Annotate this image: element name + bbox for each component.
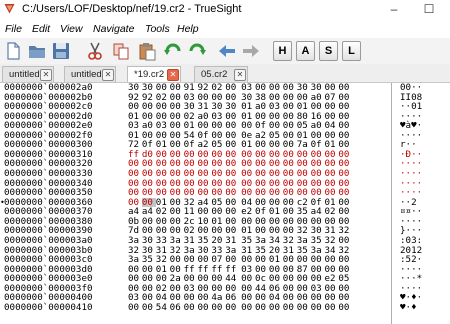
tab-label: untitled [71, 69, 102, 80]
toolbar: H A S L [0, 38, 450, 65]
tab-bar: untitled ✕ untitled ✕ *19.cr2 ✕ 05.cr2 ✕ [0, 64, 450, 83]
menu-bar: File Edit View Navigate Tools Help [0, 20, 450, 38]
ascii-view-button[interactable]: A [296, 41, 315, 61]
open-folder-icon[interactable] [27, 41, 47, 61]
hex-byte[interactable]: 00 [283, 303, 297, 313]
save-icon[interactable] [51, 41, 71, 61]
menu-tools[interactable]: Tools [145, 23, 170, 35]
tab-close-icon[interactable]: ✕ [40, 69, 52, 81]
menu-navigate[interactable]: Navigate [93, 23, 134, 35]
hex-byte[interactable]: 00 [324, 303, 338, 313]
tab-close-icon[interactable]: ✕ [167, 69, 179, 81]
tab-05-cr2[interactable]: 05.cr2 ✕ [194, 66, 248, 82]
tab-19-cr2[interactable]: *19.cr2 ✕ [127, 66, 181, 82]
tab-close-icon[interactable]: ✕ [234, 69, 246, 81]
hex-byte[interactable]: 00 [255, 303, 269, 313]
structure-view-button[interactable]: S [319, 41, 338, 61]
hex-byte[interactable]: 00 [241, 303, 255, 313]
cut-icon[interactable] [85, 41, 105, 61]
forward-arrow-icon[interactable] [241, 41, 261, 61]
hex-byte[interactable]: 00 [297, 303, 311, 313]
new-file-icon[interactable] [3, 41, 23, 61]
tab-label: *19.cr2 [134, 69, 165, 80]
hex-view-button[interactable]: H [273, 41, 292, 61]
tab-label: untitled [9, 69, 40, 80]
menu-edit[interactable]: Edit [32, 23, 50, 35]
hex-byte[interactable]: 00 [128, 303, 142, 313]
tab-close-icon[interactable]: ✕ [102, 69, 114, 81]
hex-byte[interactable]: 00 [269, 303, 283, 313]
hex-byte[interactable]: 06 [170, 303, 184, 313]
back-arrow-icon[interactable] [217, 41, 237, 61]
tab-label: 05.cr2 [201, 69, 228, 80]
tab-untitled-2[interactable]: untitled ✕ [64, 66, 116, 82]
menu-view[interactable]: View [60, 23, 83, 35]
hex-bytes[interactable]: 00 00 54 06 00 00 00 00 00 00 00 00 00 00 00 00 [128, 303, 352, 313]
menu-help[interactable]: Help [177, 23, 199, 35]
truesight-logo-icon [4, 4, 15, 14]
redo-icon[interactable] [187, 41, 207, 61]
row-address: 0000000`00000410 [4, 301, 93, 313]
hex-byte[interactable]: 00 [225, 303, 239, 313]
hex-byte[interactable]: 00 [211, 303, 225, 313]
maximize-button[interactable]: ☐ [420, 0, 438, 18]
window-title: C:/Users/LOF/Desktop/nef/19.cr2 - TrueSi… [22, 3, 242, 15]
title-bar: C:/Users/LOF/Desktop/nef/19.cr2 - TrueSi… [0, 0, 450, 20]
menu-file[interactable]: File [5, 23, 22, 35]
hex-byte[interactable]: 00 [142, 303, 156, 313]
hex-byte[interactable]: 54 [156, 303, 170, 313]
hex-row[interactable]: 0000000`00000410 00 00 54 06 00 00 00 00 00 00 00 00… [0, 303, 450, 313]
paste-icon[interactable] [137, 41, 157, 61]
undo-icon[interactable] [163, 41, 183, 61]
hex-byte[interactable]: 00 [338, 303, 352, 313]
copy-icon[interactable] [111, 41, 131, 61]
hex-byte[interactable]: 00 [311, 303, 325, 313]
tab-untitled-1[interactable]: untitled ✕ [2, 66, 54, 82]
layout-view-button[interactable]: L [342, 41, 361, 61]
hex-byte[interactable]: 00 [197, 303, 211, 313]
minimize-button[interactable]: – [385, 0, 403, 18]
ascii-column[interactable]: ♥·♦ [400, 303, 417, 313]
hex-editor-view[interactable]: 0000000`000002a0 30 30 00 00 91 92 02 00 03 00 00 00… [0, 83, 450, 324]
hex-byte[interactable]: 00 [184, 303, 198, 313]
